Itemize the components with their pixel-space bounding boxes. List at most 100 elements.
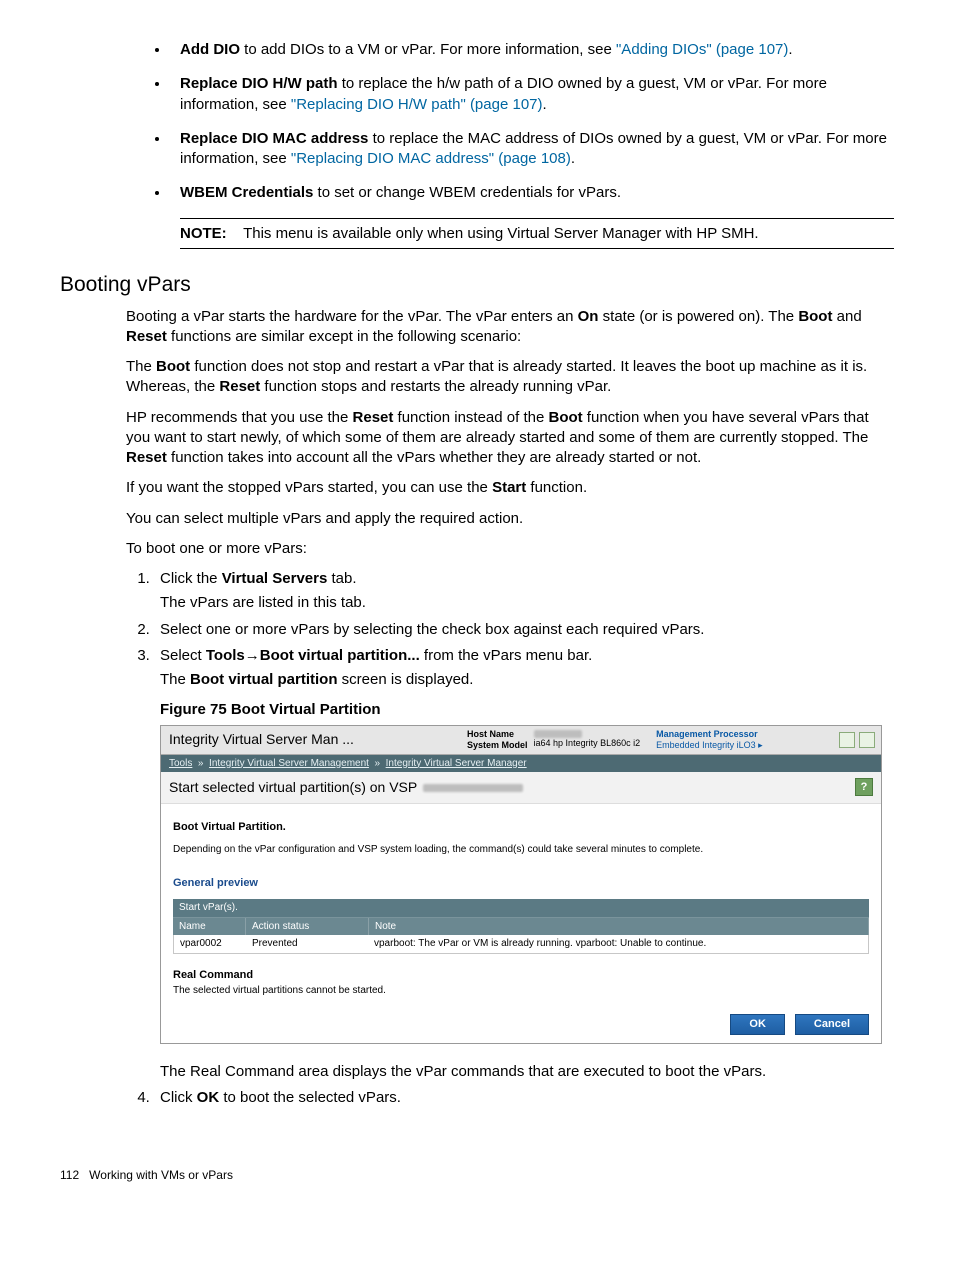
text: If you want the stopped vPars started, y… [126, 479, 492, 496]
arrow-icon: → [245, 647, 260, 664]
table-header-row: Name Action status Note [173, 917, 869, 936]
boot-vp-menuitem: Boot virtual partition... [260, 647, 420, 664]
text: tab. [327, 570, 356, 587]
add-dio-link[interactable]: "Adding DIOs" (page 107) [616, 41, 788, 58]
text: and [832, 308, 861, 325]
figure-caption: Figure 75 Boot Virtual Partition [160, 700, 894, 720]
subheader-title: Start selected virtual partition(s) on V… [169, 779, 417, 795]
footer-chapter: Working with VMs or vPars [89, 1168, 233, 1182]
section-heading: Booting vPars [60, 273, 894, 297]
after: . [788, 41, 792, 58]
text: To boot one or more vPars: [126, 539, 894, 559]
note-label: NOTE: [180, 225, 227, 242]
view-grid-icon[interactable] [859, 732, 875, 748]
mp-value[interactable]: Embedded Integrity iLO3 ▸ [656, 740, 763, 751]
boot-vp-screen: Boot virtual partition [190, 671, 338, 688]
list-item: Add DIO to add DIOs to a VM or vPar. For… [170, 40, 894, 60]
text: You can select multiple vPars and apply … [126, 509, 894, 529]
boot-term: Boot [798, 308, 832, 325]
help-icon[interactable]: ? [855, 778, 873, 796]
desc: to set or change WBEM credentials for vP… [313, 184, 621, 201]
view-list-icon[interactable] [839, 732, 855, 748]
text: Booting a vPar starts the hardware for t… [126, 308, 578, 325]
text: Select [160, 647, 206, 664]
app-subheader: Start selected virtual partition(s) on V… [161, 772, 881, 804]
steps-list: Click the Virtual Servers tab. The vPars… [126, 569, 894, 1108]
vsp-name-redacted [423, 784, 523, 792]
text: Click [160, 1089, 197, 1106]
step-4: Click OK to boot the selected vPars. [154, 1088, 894, 1108]
term: Replace DIO H/W path [180, 75, 338, 92]
text: state (or is powered on). The [598, 308, 798, 325]
text: functions are similar except in the foll… [167, 328, 521, 345]
col-name: Name [173, 918, 246, 936]
step-1: Click the Virtual Servers tab. The vPars… [154, 569, 894, 614]
step-subtext: The vPars are listed in this tab. [160, 593, 894, 613]
step-2: Select one or more vPars by selecting th… [154, 620, 894, 640]
col-status: Action status [246, 918, 369, 936]
text: Click the [160, 570, 222, 587]
replace-dio-hw-link[interactable]: "Replacing DIO H/W path" (page 107) [291, 96, 543, 113]
ok-button[interactable]: OK [730, 1014, 785, 1035]
crumb-ivsm[interactable]: Integrity Virtual Server Management [209, 758, 369, 769]
crumb-ivsm2[interactable]: Integrity Virtual Server Manager [386, 758, 527, 769]
list-item: Replace DIO MAC address to replace the M… [170, 129, 894, 170]
figure-boot-vp: Integrity Virtual Server Man ... Host Na… [160, 725, 882, 1044]
note-block: NOTE: This menu is available only when u… [180, 218, 894, 249]
section-body: Booting a vPar starts the hardware for t… [126, 307, 894, 560]
text: function. [526, 479, 587, 496]
app-title: Integrity Virtual Server Man ... [161, 730, 467, 749]
ok-label: OK [197, 1089, 220, 1106]
reset-term: Reset [353, 409, 394, 426]
reset-term: Reset [126, 449, 167, 466]
list-item: WBEM Credentials to set or change WBEM c… [170, 183, 894, 203]
real-command-note: The selected virtual partitions cannot b… [173, 984, 869, 998]
table-caption: Start vPar(s). [173, 899, 869, 917]
boot-vp-note: Depending on the vPar configuration and … [173, 843, 869, 857]
boot-term: Boot [156, 358, 190, 375]
tools-menu: Tools [206, 647, 245, 664]
boot-vp-heading: Boot Virtual Partition. [173, 820, 869, 835]
table-row: vpar0002 Prevented vparboot: The vPar or… [173, 935, 869, 954]
reset-term: Reset [219, 378, 260, 395]
reset-term: Reset [126, 328, 167, 345]
term: Add DIO [180, 41, 240, 58]
dio-options-list: Add DIO to add DIOs to a VM or vPar. For… [60, 40, 894, 204]
text: screen is displayed. [338, 671, 474, 688]
text: function instead of the [393, 409, 548, 426]
real-command-heading: Real Command [173, 968, 869, 983]
boot-term: Boot [548, 409, 582, 426]
desc: to add DIOs to a VM or vPar. For more in… [240, 41, 616, 58]
text: function takes into account all the vPar… [167, 449, 701, 466]
list-item: Replace DIO H/W path to replace the h/w … [170, 74, 894, 115]
after: . [571, 150, 575, 167]
crumb-tools[interactable]: Tools [169, 758, 192, 769]
note-text: This menu is available only when using V… [243, 225, 759, 242]
replace-dio-mac-link[interactable]: "Replacing DIO MAC address" (page 108) [291, 150, 571, 167]
page-number: 112 [60, 1168, 79, 1182]
text: from the vPars menu bar. [420, 647, 593, 664]
app-meta: Host Name System Model ia64 hp Integrity… [467, 729, 833, 751]
breadcrumb: Tools » Integrity Virtual Server Managem… [161, 755, 881, 773]
text: The [126, 358, 156, 375]
hostname-value-redacted [534, 730, 582, 738]
term: Replace DIO MAC address [180, 130, 368, 147]
cancel-button[interactable]: Cancel [795, 1014, 869, 1035]
on-state: On [578, 308, 599, 325]
hostname-label: Host Name [467, 729, 528, 740]
text: function stops and restarts the already … [260, 378, 611, 395]
cell-name: vpar0002 [174, 935, 246, 953]
after: . [543, 96, 547, 113]
cell-note: vparboot: The vPar or VM is already runn… [368, 935, 868, 953]
after-figure-text: The Real Command area displays the vPar … [160, 1062, 894, 1082]
virtual-servers-tab: Virtual Servers [222, 570, 328, 587]
app-header: Integrity Virtual Server Man ... Host Na… [161, 726, 881, 755]
mp-label: Management Processor [656, 729, 763, 740]
cell-status: Prevented [246, 935, 368, 953]
general-preview-heading: General preview [173, 876, 869, 891]
col-note: Note [369, 918, 869, 936]
start-term: Start [492, 479, 526, 496]
text: HP recommends that you use the [126, 409, 353, 426]
sysmodel-value: ia64 hp Integrity BL860c i2 [534, 738, 641, 749]
term: WBEM Credentials [180, 184, 313, 201]
